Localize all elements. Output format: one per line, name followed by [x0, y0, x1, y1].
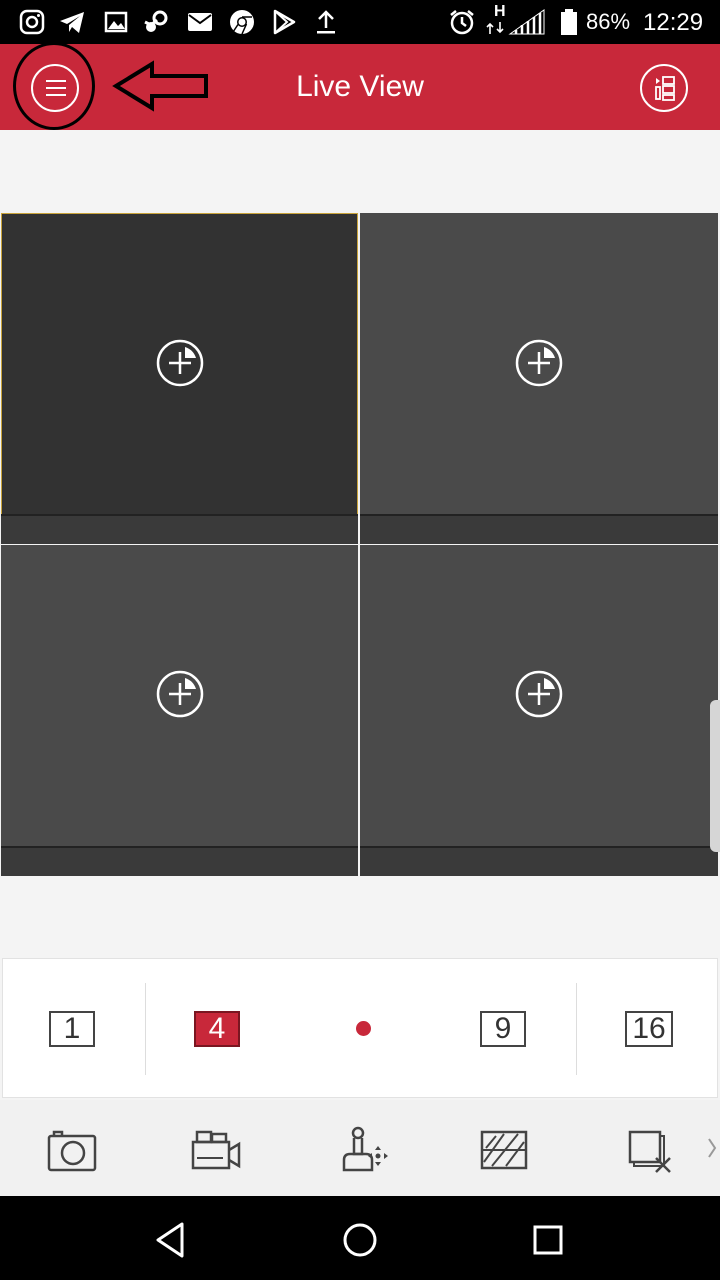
video-tile-3[interactable] — [1, 545, 358, 876]
page-indicator-dot — [356, 1021, 371, 1036]
chevron-right-icon[interactable] — [706, 1136, 718, 1160]
clock-time: 12:29 — [643, 9, 704, 36]
divider — [576, 983, 577, 1075]
layout-list-icon — [655, 76, 675, 101]
divider — [145, 983, 146, 1075]
upload-icon — [317, 10, 335, 34]
home-icon[interactable] — [340, 1220, 380, 1260]
chrome-icon — [230, 10, 254, 35]
alarm-icon — [450, 10, 474, 35]
tile-footer — [1, 846, 358, 876]
signal-icon — [486, 9, 545, 35]
back-icon[interactable] — [152, 1220, 192, 1260]
navigation-bar — [0, 1196, 720, 1280]
side-drawer-handle[interactable] — [710, 700, 720, 852]
video-tile-4[interactable] — [360, 545, 718, 876]
recents-icon[interactable] — [528, 1220, 568, 1260]
battery-icon — [561, 9, 577, 35]
add-camera-icon[interactable] — [514, 338, 564, 388]
add-camera-icon[interactable] — [514, 669, 564, 719]
annotation-arrow-icon — [112, 60, 208, 112]
add-camera-icon[interactable] — [155, 338, 205, 388]
tile-footer — [360, 846, 718, 876]
tile-footer — [1, 514, 358, 544]
play-store-icon — [273, 9, 296, 35]
video-tile-2[interactable] — [360, 213, 718, 544]
split-option-9[interactable]: 9 — [480, 1011, 526, 1047]
page-title: Live View — [296, 70, 424, 103]
status-bar: H 86% 12:29 — [0, 0, 720, 44]
ptz-control-icon[interactable] — [338, 1126, 390, 1174]
image-quality-icon[interactable] — [478, 1126, 530, 1174]
gallery-icon — [104, 11, 128, 33]
tool-bar — [0, 1100, 720, 1196]
split-option-4[interactable]: 4 — [194, 1011, 240, 1047]
video-grid — [0, 212, 720, 876]
battery-percent: 86% — [586, 9, 631, 34]
record-icon[interactable] — [190, 1126, 242, 1174]
layout-list-button[interactable] — [640, 64, 688, 112]
steam-icon — [144, 10, 168, 32]
app-bar: Live View — [0, 44, 720, 130]
add-camera-icon[interactable] — [155, 669, 205, 719]
mail-icon — [188, 13, 212, 31]
split-option-1[interactable]: 1 — [49, 1011, 95, 1047]
split-option-16[interactable]: 16 — [625, 1011, 673, 1047]
close-all-icon[interactable] — [624, 1126, 676, 1174]
video-tile-1[interactable] — [1, 213, 358, 544]
snapshot-icon[interactable] — [46, 1126, 98, 1174]
telegram-icon — [60, 12, 84, 33]
tile-footer — [360, 514, 718, 544]
instagram-icon — [19, 9, 45, 35]
